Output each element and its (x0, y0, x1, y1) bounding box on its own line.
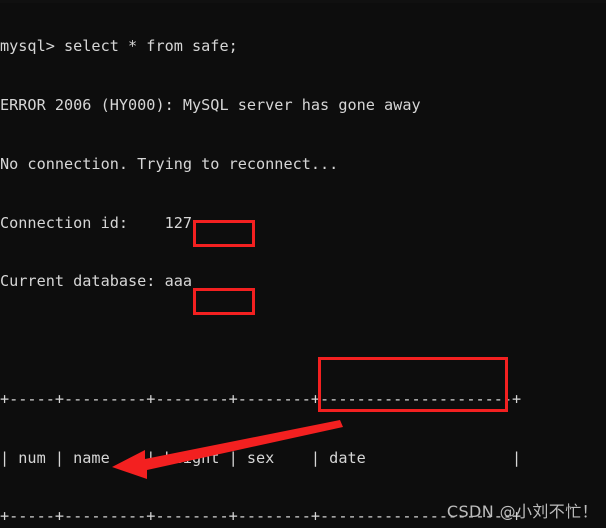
csdn-watermark: CSDN @小刘不忙！ (446, 502, 598, 522)
console-output: mysql> select * from safe; ERROR 2006 (H… (0, 0, 606, 528)
console-line-blank (0, 331, 606, 351)
table-border-top: +-----+---------+--------+--------+-----… (0, 389, 522, 408)
table-header-row: | num | name | height | sex | date | (0, 448, 522, 467)
console-line: No connection. Trying to reconnect... (0, 154, 339, 173)
console-line: mysql> select * from safe; (0, 37, 238, 56)
console-line: ERROR 2006 (HY000): MySQL server has gon… (0, 95, 421, 114)
console-line: Current database: aaa (0, 272, 193, 291)
console-line: Connection id: 127 (0, 213, 193, 232)
terminal-window: mysql> select * from safe; ERROR 2006 (H… (0, 0, 606, 528)
